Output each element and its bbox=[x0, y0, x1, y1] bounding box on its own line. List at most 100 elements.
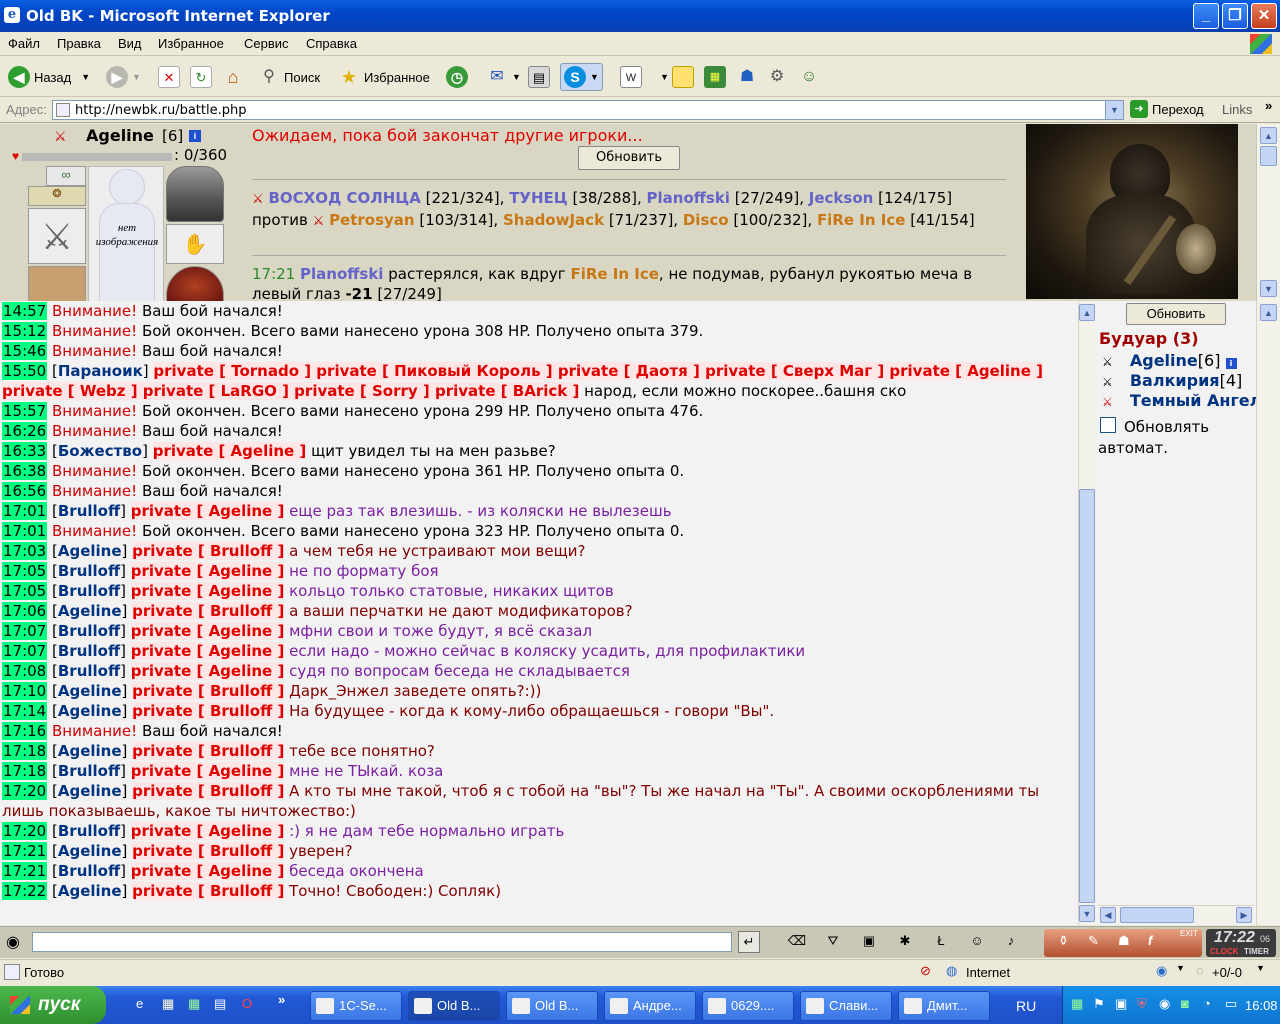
tray-icon[interactable]: ⛨ bbox=[1137, 996, 1147, 1012]
message-time[interactable]: 17:21 bbox=[2, 842, 48, 860]
go-button[interactable]: ➜ Переход bbox=[1130, 100, 1204, 118]
private-recipient[interactable]: private [ Ageline ] bbox=[130, 862, 285, 880]
taskbar-button[interactable]: Слави... bbox=[800, 991, 892, 1021]
media-quicklaunch-icon[interactable]: ▤ bbox=[214, 996, 226, 1012]
scroll-up-button[interactable]: ▲ bbox=[1260, 127, 1277, 144]
private-recipient[interactable]: private [ Ageline ] bbox=[130, 822, 285, 840]
message-time[interactable]: 16:38 bbox=[2, 462, 48, 480]
sender-nick[interactable]: Brulloff bbox=[58, 862, 120, 880]
address-dropdown-button[interactable]: ▼ bbox=[1105, 101, 1123, 119]
sender-nick[interactable]: Ageline bbox=[58, 742, 122, 760]
message-time[interactable]: 17:06 bbox=[2, 602, 48, 620]
group-icon[interactable]: ☗ bbox=[1118, 933, 1130, 949]
sender-nick[interactable]: Ageline bbox=[58, 702, 122, 720]
gloves-slot[interactable]: ✋ bbox=[166, 224, 224, 264]
sender-nick[interactable]: Brulloff bbox=[58, 622, 120, 640]
room-user[interactable]: ⚔ Темный Ангел bbox=[1102, 391, 1256, 410]
scroll-up-button[interactable]: ▲ bbox=[1079, 304, 1095, 321]
tray-icon[interactable]: ▣ bbox=[1115, 996, 1127, 1012]
address-input[interactable]: http://newbk.ru/battle.php ▼ bbox=[52, 100, 1124, 120]
sender-nick[interactable]: Ageline bbox=[58, 542, 122, 560]
message-time[interactable]: 15:46 bbox=[2, 342, 48, 360]
top-frame-scrollbar[interactable]: ▲ ▼ bbox=[1256, 124, 1280, 301]
room-user[interactable]: ⚔ Ageline[6] i bbox=[1102, 351, 1237, 370]
tray-icon[interactable]: ◙ bbox=[1181, 996, 1189, 1011]
filter-icon[interactable]: ⛛ bbox=[822, 931, 844, 953]
private-recipient[interactable]: private [ Brulloff ] bbox=[132, 682, 285, 700]
message-time[interactable]: 17:07 bbox=[2, 642, 48, 660]
private-recipient[interactable]: private [ Ageline ] bbox=[130, 642, 285, 660]
menu-view[interactable]: Вид bbox=[118, 36, 142, 51]
taskbar-button[interactable]: Дмит... bbox=[898, 991, 990, 1021]
taskbar-button[interactable]: Old B... bbox=[408, 991, 500, 1021]
mail-button[interactable]: ✉ ▼ bbox=[486, 63, 521, 91]
sender-nick[interactable]: Brulloff bbox=[58, 642, 120, 660]
skype-icon[interactable]: ◉ bbox=[1156, 963, 1167, 979]
messenger-button[interactable]: ☗ bbox=[736, 63, 758, 91]
team1-player[interactable]: ВОСХОД СОЛНЦА bbox=[268, 189, 420, 207]
sender-nick[interactable]: Ageline bbox=[58, 882, 122, 900]
forum-icon[interactable]: f bbox=[1148, 933, 1152, 948]
potion-icon[interactable]: ⚱ bbox=[1058, 933, 1069, 949]
scroll-up-button[interactable]: ▲ bbox=[1260, 304, 1277, 321]
chevron-down-icon[interactable]: ▼ bbox=[1176, 963, 1185, 973]
print-button[interactable]: ▤ bbox=[528, 63, 550, 91]
translit-icon[interactable]: Ł bbox=[930, 931, 952, 953]
back-button[interactable]: ◀ Назад ▼ bbox=[8, 63, 90, 91]
refresh-button[interactable]: ↻ bbox=[190, 63, 212, 91]
run-icon[interactable]: ✱ bbox=[894, 931, 916, 953]
message-time[interactable]: 17:05 bbox=[2, 582, 48, 600]
folder-quicklaunch-icon[interactable]: ▦ bbox=[162, 996, 174, 1012]
player-name[interactable]: Ageline bbox=[86, 126, 154, 145]
skype-button[interactable]: S ▼ bbox=[560, 63, 603, 91]
message-time[interactable]: 17:16 bbox=[2, 722, 48, 740]
message-time[interactable]: 17:21 bbox=[2, 862, 48, 880]
minimize-button[interactable]: _ bbox=[1193, 3, 1219, 29]
team2-player[interactable]: Petrosyan bbox=[329, 211, 415, 229]
message-time[interactable]: 15:57 bbox=[2, 402, 48, 420]
room-user[interactable]: ⚔ Валкирия[4] bbox=[1102, 371, 1242, 390]
refresh-room-button[interactable]: Обновить bbox=[1126, 303, 1226, 325]
sound-icon[interactable]: ♪ bbox=[1000, 931, 1022, 953]
users-button[interactable]: ☺ bbox=[798, 63, 820, 91]
research-button[interactable]: ⚙ bbox=[766, 63, 788, 91]
message-time[interactable]: 17:10 bbox=[2, 682, 48, 700]
private-recipient[interactable]: private [ Ageline ] bbox=[130, 582, 285, 600]
message-time[interactable]: 17:08 bbox=[2, 662, 48, 680]
private-recipient[interactable]: private [ Brulloff ] bbox=[132, 782, 285, 800]
taskbar-button[interactable]: Old B... bbox=[506, 991, 598, 1021]
scroll-right-button[interactable]: ▶ bbox=[1236, 907, 1252, 923]
sender-nick[interactable]: Ageline bbox=[58, 842, 122, 860]
sender-nick[interactable]: Параноик bbox=[58, 362, 143, 380]
start-button[interactable]: пуск bbox=[0, 986, 106, 1024]
private-recipient[interactable]: private [ Ageline ] bbox=[130, 562, 285, 580]
scroll-thumb[interactable] bbox=[1079, 489, 1095, 903]
search-button[interactable]: ⚲ Поиск bbox=[258, 63, 320, 91]
message-time[interactable]: 17:14 bbox=[2, 702, 48, 720]
armor-slot[interactable] bbox=[28, 266, 86, 301]
tray-clock[interactable]: 16:08 bbox=[1245, 998, 1278, 1013]
edit-button[interactable]: W ▼ bbox=[620, 63, 669, 91]
private-recipient[interactable]: private [ Brulloff ] bbox=[132, 842, 285, 860]
private-recipient[interactable]: private [ Brulloff ] bbox=[132, 702, 285, 720]
close-button[interactable]: ✕ bbox=[1251, 3, 1277, 29]
chevron-down-icon[interactable]: ▼ bbox=[1256, 963, 1265, 973]
chat-scrollbar[interactable]: ▲ ▼ bbox=[1078, 301, 1096, 925]
chevron-right-icon[interactable]: » bbox=[278, 992, 285, 1007]
room-hscrollbar[interactable]: ◀ ▶ bbox=[1098, 905, 1254, 923]
menu-favorites[interactable]: Избранное bbox=[158, 36, 224, 51]
message-time[interactable]: 17:01 bbox=[2, 502, 48, 520]
save-icon[interactable]: ▣ bbox=[858, 931, 880, 953]
team2-player[interactable]: FiRe In Ice bbox=[817, 211, 905, 229]
weapon-slot[interactable]: ⚔ bbox=[28, 208, 86, 264]
shield-slot[interactable] bbox=[166, 266, 224, 301]
scroll-icon[interactable]: ✎ bbox=[1088, 933, 1099, 949]
message-time[interactable]: 17:20 bbox=[2, 782, 48, 800]
message-time[interactable]: 14:57 bbox=[2, 302, 48, 320]
team2-player[interactable]: Disco bbox=[683, 211, 729, 229]
necklace-slot[interactable]: ❂ bbox=[28, 186, 86, 206]
private-recipient[interactable]: private [ Brulloff ] bbox=[132, 742, 285, 760]
message-time[interactable]: 17:22 bbox=[2, 882, 48, 900]
menu-file[interactable]: Файл bbox=[8, 36, 40, 51]
team1-player[interactable]: Jeckson bbox=[809, 189, 874, 207]
